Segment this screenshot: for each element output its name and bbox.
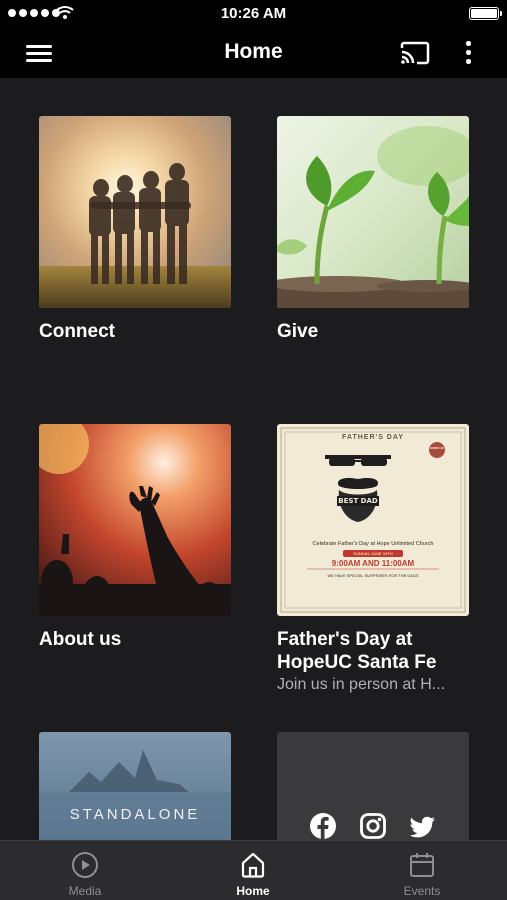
tab-events[interactable]: Events: [362, 841, 482, 900]
give-image: [277, 116, 469, 308]
tab-home[interactable]: Home: [193, 841, 313, 900]
connect-image: [39, 116, 231, 308]
flyer-times: 9:00AM AND 11:00AM: [331, 559, 415, 568]
nav-bar: Home: [0, 28, 507, 78]
tab-media[interactable]: Media: [25, 841, 145, 900]
tab-label: Home: [236, 884, 270, 898]
tile-subtitle: Join us in person at H...: [277, 676, 446, 693]
flyer-badge: HOPE UC: [430, 446, 444, 450]
tile-give[interactable]: Give: [277, 116, 469, 343]
flyer-line1: Celebrate Father's Day at Hope Unlimited…: [312, 541, 434, 547]
flyer-logo-text: BEST DAD: [338, 497, 378, 505]
flyer-date: SUNDAY, JUNE 19TH: [343, 550, 403, 557]
cast-icon[interactable]: [398, 39, 432, 67]
tile-standalone[interactable]: STANDALONE: [39, 732, 231, 840]
home-grid: Connect Give About us FATHER'S DAY HOPE …: [0, 78, 507, 840]
twitter-icon[interactable]: [409, 812, 437, 840]
instagram-icon[interactable]: [359, 812, 387, 840]
standalone-image-text: STANDALONE: [69, 806, 201, 823]
standalone-image: STANDALONE: [39, 732, 231, 840]
home-icon: [241, 852, 265, 878]
tile-title: About us: [39, 629, 122, 650]
fathers-day-flyer: FATHER'S DAY HOPE UC BEST DAD Celebrate …: [277, 424, 469, 616]
tile-title: Give: [277, 321, 319, 342]
tab-label: Events: [403, 884, 441, 898]
tile-fathers-day[interactable]: FATHER'S DAY HOPE UC BEST DAD Celebrate …: [277, 424, 469, 696]
battery-icon: [469, 7, 502, 20]
calendar-icon: [410, 853, 434, 877]
more-options-icon[interactable]: [458, 39, 478, 67]
status-bar: 10:26 AM: [0, 0, 507, 28]
flyer-heading: FATHER'S DAY: [342, 434, 404, 441]
flyer-footer: WE HAVE SPECIAL SURPRISES FOR THE DADS: [327, 573, 419, 578]
status-time: 10:26 AM: [220, 5, 287, 22]
tab-bar: Media Home Events: [0, 840, 507, 900]
tile-about-us[interactable]: About us: [39, 424, 231, 651]
facebook-icon[interactable]: [309, 812, 337, 840]
play-circle-icon: [72, 852, 98, 878]
tile-title: Connect: [39, 321, 115, 342]
social-icons-row: [277, 812, 469, 840]
tile-title: Father's Day at HopeUC Santa Fe: [277, 629, 437, 673]
tile-social[interactable]: [277, 732, 469, 840]
about-us-image: [39, 424, 231, 616]
social-links-card: [277, 732, 469, 840]
tab-label: Media: [68, 884, 102, 898]
tile-connect[interactable]: Connect: [39, 116, 231, 343]
hamburger-menu-icon[interactable]: [24, 40, 54, 66]
